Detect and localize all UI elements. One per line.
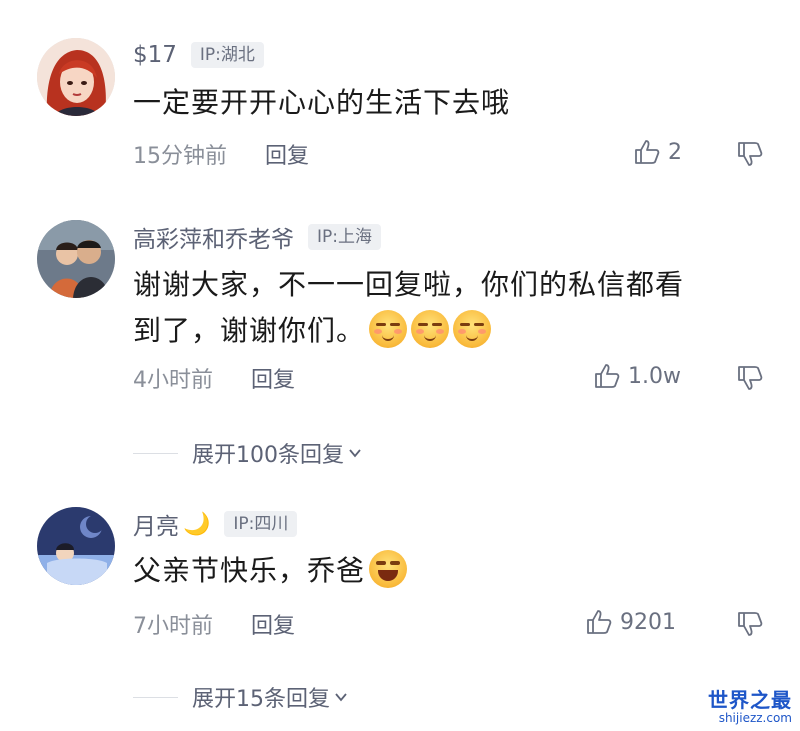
thumbs-up-icon bbox=[587, 610, 612, 634]
comment-text: 父亲节快乐，乔爸 bbox=[133, 550, 753, 592]
comment-time: 7小时前 bbox=[133, 614, 213, 639]
watermark-title: 世界之最 bbox=[708, 688, 792, 712]
comment-item: 月亮 🌙 IP:四川 父亲节快乐，乔爸 7小时前 回复 9201 bbox=[0, 0, 800, 700]
watermark: 世界之最 shijiezz.com bbox=[708, 684, 792, 725]
laughing-emoji-icon bbox=[369, 550, 408, 588]
watermark-subtitle: shijiezz.com bbox=[718, 711, 792, 725]
chevron-down-icon bbox=[335, 693, 347, 702]
comment-text-content: 父亲节快乐，乔爸 bbox=[133, 554, 366, 587]
like-count: 9201 bbox=[620, 609, 676, 635]
username[interactable]: 月亮 bbox=[133, 507, 179, 541]
expand-replies-label: 展开15条回复 bbox=[192, 687, 330, 712]
reply-button[interactable]: 回复 bbox=[251, 608, 295, 640]
like-button[interactable]: 9201 bbox=[584, 607, 676, 637]
divider-line bbox=[133, 696, 178, 698]
thumbs-down-icon[interactable] bbox=[735, 609, 765, 639]
ip-location-badge: IP:四川 bbox=[224, 511, 298, 537]
sleeping-moon-avatar-icon bbox=[37, 507, 115, 585]
crescent-moon-icon: 🌙 bbox=[183, 511, 211, 537]
avatar[interactable] bbox=[37, 507, 115, 585]
expand-replies-button[interactable]: 展开15条回复 bbox=[133, 681, 348, 713]
